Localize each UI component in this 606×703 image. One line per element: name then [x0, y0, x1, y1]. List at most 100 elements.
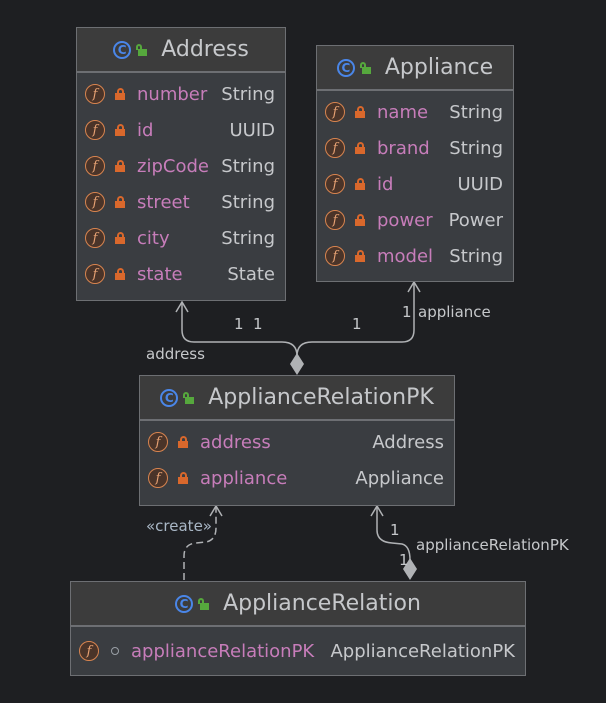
field-list: f address Address f appliance Appliance: [140, 421, 454, 496]
lock-icon: [355, 142, 365, 154]
lock-icon: [115, 232, 125, 244]
field-row[interactable]: f city String: [77, 220, 285, 256]
edge-role-appliance: appliance: [418, 303, 491, 321]
lock-icon: [178, 436, 188, 448]
field-icon: f: [85, 228, 105, 248]
lock-icon: [355, 178, 365, 190]
lock-icon: [115, 124, 125, 136]
field-type: String: [221, 227, 275, 249]
field-type: Address: [372, 431, 444, 453]
field-type: State: [227, 263, 275, 285]
field-name: power: [377, 209, 433, 231]
lock-icon: [115, 268, 125, 280]
field-name: city: [137, 227, 170, 249]
field-type: UUID: [229, 119, 275, 141]
field-row[interactable]: f appliance Appliance: [140, 460, 454, 496]
field-icon: f: [85, 120, 105, 140]
field-name: number: [137, 83, 208, 105]
field-type: ApplianceRelationPK: [330, 640, 515, 662]
field-icon: f: [325, 246, 345, 266]
edge-role-appliance-relation-pk: applianceRelationPK: [416, 536, 569, 554]
class-header: C ApplianceRelationPK: [140, 376, 454, 421]
unlock-icon: [359, 61, 371, 75]
class-address[interactable]: C Address f number String f id UUID f zi…: [76, 27, 286, 301]
field-row[interactable]: f street String: [77, 184, 285, 220]
class-appliance[interactable]: C Appliance f name String f brand String…: [316, 45, 514, 282]
lock-icon: [355, 106, 365, 118]
edge-multiplicity: 1: [352, 315, 362, 333]
field-list: f applianceRelationPK ApplianceRelationP…: [71, 627, 525, 669]
unlock-icon: [197, 597, 210, 611]
lock-icon: [115, 88, 125, 100]
lock-icon: [355, 214, 365, 226]
lock-icon: [355, 250, 365, 262]
field-row[interactable]: f model String: [317, 238, 513, 274]
edge-multiplicity: 1: [234, 315, 244, 333]
field-name: brand: [377, 137, 430, 159]
field-name: model: [377, 245, 434, 267]
field-icon: f: [325, 174, 345, 194]
class-appliance-relation[interactable]: C ApplianceRelation f applianceRelationP…: [70, 581, 526, 676]
field-name: street: [137, 191, 190, 213]
field-row[interactable]: f zipCode String: [77, 148, 285, 184]
field-row[interactable]: f id UUID: [77, 112, 285, 148]
field-icon: f: [148, 468, 168, 488]
field-type: String: [449, 137, 503, 159]
field-icon: f: [325, 138, 345, 158]
class-icon: C: [160, 388, 179, 407]
class-header: C Address: [77, 28, 285, 73]
class-header: C Appliance: [317, 46, 513, 91]
field-type: UUID: [457, 173, 503, 195]
class-name: Appliance: [384, 55, 494, 80]
field-row[interactable]: f number String: [77, 76, 285, 112]
class-name: Address: [161, 37, 249, 62]
class-appliance-relation-pk[interactable]: C ApplianceRelationPK f address Address …: [139, 375, 455, 506]
field-icon: f: [148, 432, 168, 452]
field-list: f name String f brand String f id UUID f…: [317, 91, 513, 274]
class-icon: C: [113, 40, 132, 59]
field-name: zipCode: [137, 155, 209, 177]
field-name: appliance: [200, 467, 288, 489]
composition-diamond-icon: [290, 353, 304, 375]
field-row[interactable]: f name String: [317, 94, 513, 130]
field-list: f number String f id UUID f zipCode Stri…: [77, 73, 285, 292]
field-row[interactable]: f state State: [77, 256, 285, 292]
field-type: String: [221, 155, 275, 177]
edge-multiplicity: 1: [399, 551, 409, 569]
field-name: applianceRelationPK: [131, 640, 315, 662]
edge-role-address: address: [146, 345, 205, 363]
field-name: id: [377, 173, 394, 195]
unlock-icon: [135, 43, 148, 57]
edge-multiplicity: 1: [390, 521, 400, 539]
field-icon: f: [85, 156, 105, 176]
edge-multiplicity: 1: [402, 303, 412, 321]
field-type: Appliance: [355, 467, 444, 489]
field-type: Power: [448, 209, 503, 231]
field-icon: f: [325, 102, 345, 122]
class-icon: C: [175, 594, 194, 613]
field-row[interactable]: f id UUID: [317, 166, 513, 202]
class-header: C ApplianceRelation: [71, 582, 525, 627]
field-type: String: [221, 83, 275, 105]
field-icon: f: [85, 84, 105, 104]
field-icon: f: [79, 641, 99, 661]
edge-multiplicity: 1: [253, 315, 263, 333]
field-row[interactable]: f power Power: [317, 202, 513, 238]
field-row[interactable]: f applianceRelationPK ApplianceRelationP…: [71, 633, 525, 669]
field-row[interactable]: f address Address: [140, 424, 454, 460]
field-type: String: [449, 245, 503, 267]
field-icon: f: [325, 210, 345, 230]
lock-icon: [115, 196, 125, 208]
class-icon: C: [336, 58, 355, 77]
field-row[interactable]: f brand String: [317, 130, 513, 166]
class-name: ApplianceRelation: [223, 591, 421, 616]
field-type: String: [221, 191, 275, 213]
field-icon: f: [85, 192, 105, 212]
field-name: name: [377, 101, 429, 123]
package-private-icon: [111, 647, 119, 655]
field-name: state: [137, 263, 183, 285]
field-name: id: [137, 119, 154, 141]
field-name: address: [200, 431, 271, 453]
edge-stereotype-create: «create»: [146, 517, 212, 535]
lock-icon: [178, 472, 188, 484]
